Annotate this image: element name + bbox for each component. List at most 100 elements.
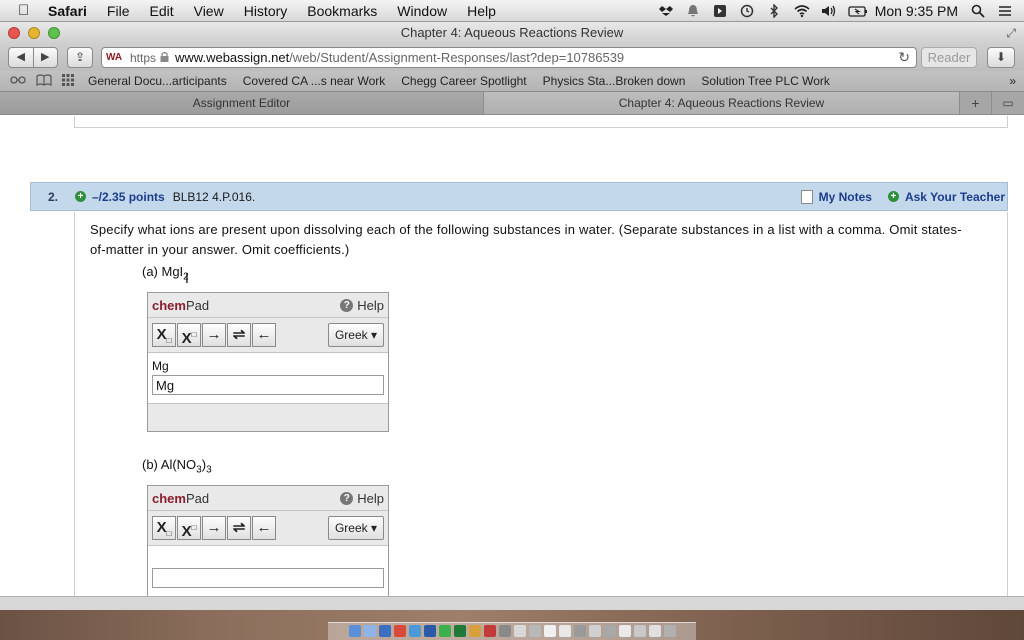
reading-list-icon[interactable]	[10, 74, 26, 89]
tab-chapter-4-review[interactable]: Chapter 4: Aqueous Reactions Review	[484, 92, 960, 114]
top-sites-grid-icon[interactable]	[62, 73, 74, 89]
subscript-button[interactable]: X□	[152, 516, 176, 540]
superscript-button[interactable]: X□	[177, 516, 201, 540]
apple-menu-icon[interactable]: 	[18, 2, 38, 19]
dock-app-icon[interactable]	[393, 625, 406, 637]
equilibrium-arrow-button[interactable]: ⇌	[227, 516, 251, 540]
bluetooth-icon[interactable]	[767, 2, 781, 19]
dock-app-icon[interactable]	[408, 625, 421, 637]
dropbox-icon[interactable]	[658, 4, 673, 18]
superscript-button[interactable]: X□	[177, 323, 201, 347]
chempad-help-label[interactable]: Help	[357, 298, 384, 313]
dock-app-icon[interactable]	[423, 625, 436, 637]
greek-dropdown[interactable]: Greek ▾	[328, 323, 384, 347]
ask-teacher-label[interactable]: Ask Your Teacher	[905, 190, 1005, 204]
dock-app-icon[interactable]	[648, 625, 661, 637]
dock-app-icon[interactable]	[513, 625, 526, 637]
time-machine-icon[interactable]	[740, 4, 754, 18]
bookmarks-overflow-button[interactable]: »	[1009, 74, 1016, 88]
answer-input-b[interactable]	[152, 568, 384, 588]
reverse-arrow-button[interactable]: ←	[252, 516, 276, 540]
reverse-arrow-button[interactable]: ←	[252, 323, 276, 347]
tab-overview-icon[interactable]: ▭	[992, 92, 1024, 114]
question-points[interactable]: –/2.35 points	[92, 190, 165, 204]
menu-view[interactable]: View	[184, 3, 234, 19]
my-notes-label[interactable]: My Notes	[819, 190, 872, 204]
battery-icon[interactable]	[848, 4, 867, 18]
menu-window[interactable]: Window	[387, 3, 457, 19]
menu-history[interactable]: History	[234, 3, 298, 19]
question-number: 2.	[47, 189, 58, 204]
subscript-button[interactable]: X□	[152, 323, 176, 347]
reaction-arrow-button[interactable]: →	[202, 323, 226, 347]
equilibrium-arrow-button[interactable]: ⇌	[227, 323, 251, 347]
bookmarks-bar: General Docu...articipants Covered CA ..…	[0, 71, 1024, 91]
chempad-body	[148, 546, 388, 596]
notification-center-icon[interactable]	[998, 4, 1012, 18]
new-tab-plus-icon[interactable]: +	[960, 92, 992, 114]
menu-file[interactable]: File	[97, 3, 140, 19]
menu-safari[interactable]: Safari	[38, 3, 97, 19]
part-b-label: (b) Al(NO3)3	[142, 457, 212, 476]
wifi-icon[interactable]	[794, 4, 810, 18]
help-icon: ?	[340, 491, 354, 505]
reload-icon[interactable]: ↻	[898, 49, 910, 66]
dock-app-icon[interactable]	[663, 625, 676, 637]
dock-app-icon[interactable]	[348, 625, 361, 637]
fullscreen-icon[interactable]: ⤢	[1006, 22, 1016, 44]
mac-menu-bar:  Safari File Edit View History Bookmark…	[0, 0, 1024, 22]
close-window-button[interactable]	[8, 27, 20, 39]
back-button[interactable]: ◀	[9, 48, 34, 67]
bookmark-item[interactable]: Solution Tree PLC Work	[701, 74, 830, 88]
expand-plus-icon[interactable]: +	[75, 191, 86, 202]
reaction-arrow-button[interactable]: →	[202, 516, 226, 540]
menubar-clock[interactable]: Mon 9:35 PM	[875, 3, 958, 19]
bookmark-item[interactable]: General Docu...articipants	[88, 74, 227, 88]
chempad-help-button[interactable]: ? Help	[340, 298, 384, 313]
answer-input-a[interactable]	[152, 375, 384, 395]
notification-bell-icon[interactable]	[686, 4, 700, 18]
dock-app-icon[interactable]	[363, 625, 376, 637]
question-prompt: Specify what ions are present upon disso…	[90, 222, 962, 257]
dock-app-icon[interactable]	[573, 625, 586, 637]
greek-dropdown[interactable]: Greek ▾	[328, 516, 384, 540]
zoom-window-button[interactable]	[48, 27, 60, 39]
address-bar[interactable]: WA https www.webassign.net /web/Student/…	[101, 47, 917, 68]
dock-app-icon[interactable]	[558, 625, 571, 637]
bookmark-item[interactable]: Covered CA ...s near Work	[243, 74, 386, 88]
minimize-window-button[interactable]	[28, 27, 40, 39]
menu-edit[interactable]: Edit	[139, 3, 183, 19]
bookmark-item[interactable]: Physics Sta...Broken down	[543, 74, 686, 88]
dock-app-icon[interactable]	[528, 625, 541, 637]
dock-app-icon[interactable]	[498, 625, 511, 637]
tab-assignment-editor[interactable]: Assignment Editor	[0, 92, 484, 114]
reader-button[interactable]: Reader	[921, 47, 977, 68]
chempad-preview	[152, 552, 384, 568]
bookmark-item[interactable]: Chegg Career Spotlight	[401, 74, 526, 88]
dock-app-icon[interactable]	[453, 625, 466, 637]
chempad-help-label[interactable]: Help	[357, 491, 384, 506]
dock-app-icon[interactable]	[438, 625, 451, 637]
dock-app-icon[interactable]	[468, 625, 481, 637]
dock-app-icon[interactable]	[633, 625, 646, 637]
dock-app-icon[interactable]	[603, 625, 616, 637]
forward-button[interactable]: ▶	[34, 48, 58, 67]
chempad-header: chemPad ? Help	[148, 293, 388, 318]
part-b-formula: (b) Al(NO	[142, 457, 197, 472]
downloads-button[interactable]: ⬇	[987, 47, 1015, 68]
dock-app-icon[interactable]	[588, 625, 601, 637]
chempad-help-button[interactable]: ? Help	[340, 491, 384, 506]
bookmarks-book-icon[interactable]	[36, 73, 52, 89]
ask-teacher-link[interactable]: + Ask Your Teacher	[887, 190, 1005, 204]
menu-help[interactable]: Help	[457, 3, 506, 19]
volume-icon[interactable]	[821, 4, 835, 18]
dock-app-icon[interactable]	[378, 625, 391, 637]
spotlight-search-icon[interactable]	[971, 4, 985, 18]
my-notes-link[interactable]: My Notes	[800, 189, 872, 204]
share-button[interactable]: ⇪	[67, 47, 93, 68]
audio-icon[interactable]	[713, 4, 727, 18]
dock-app-icon[interactable]	[618, 625, 631, 637]
dock-app-icon[interactable]	[483, 625, 496, 637]
menu-bookmarks[interactable]: Bookmarks	[297, 3, 387, 19]
dock-app-icon[interactable]	[543, 625, 556, 637]
